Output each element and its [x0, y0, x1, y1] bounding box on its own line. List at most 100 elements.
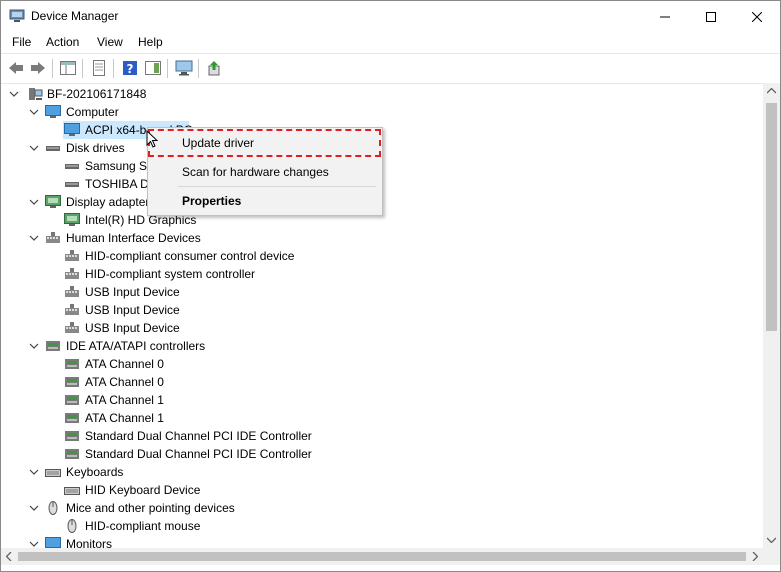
- hid-icon: [65, 250, 79, 261]
- update-driver-toolbar-button[interactable]: [206, 59, 224, 77]
- menu-bar: File Action View Help: [1, 32, 780, 53]
- update-driver-icon: [208, 61, 220, 76]
- tree-category-monitors[interactable]: Monitors: [1, 535, 301, 548]
- mouse-cursor-icon: [146, 130, 159, 148]
- vertical-scroll-thumb[interactable]: [766, 103, 777, 331]
- ide-controller-icon: [46, 341, 60, 351]
- device-label: Standard Dual Channel PCI IDE Controller: [85, 447, 312, 461]
- collapse-chevron-icon[interactable]: [29, 341, 39, 351]
- device-label: HID-compliant consumer control device: [85, 249, 295, 263]
- ide-controller-icon: [65, 377, 79, 387]
- tree-device-mouse[interactable]: HID-compliant mouse: [63, 517, 263, 535]
- forward-button[interactable]: [29, 59, 47, 77]
- scrollbar-corner: [763, 548, 780, 565]
- category-label: Disk drives: [66, 141, 125, 155]
- mouse-icon: [48, 501, 58, 515]
- tree-category-hid[interactable]: Human Interface Devices: [1, 229, 301, 247]
- horizontal-scroll-thumb[interactable]: [18, 552, 746, 561]
- menu-file[interactable]: File: [12, 35, 31, 49]
- menu-help[interactable]: Help: [138, 35, 163, 49]
- display-adapter-icon: [64, 213, 80, 226]
- tree-device-keyboard[interactable]: HID Keyboard Device: [63, 481, 263, 499]
- maximize-icon: [706, 11, 716, 22]
- category-label: Mice and other pointing devices: [66, 501, 235, 515]
- menu-action[interactable]: Action: [46, 35, 79, 49]
- collapse-chevron-icon[interactable]: [29, 233, 39, 243]
- help-icon: ?: [123, 61, 137, 76]
- collapse-chevron-icon[interactable]: [29, 143, 39, 153]
- collapse-chevron-icon[interactable]: [29, 503, 39, 513]
- console-tree-icon: [60, 61, 76, 75]
- properties-toolbar-button[interactable]: [90, 59, 108, 77]
- action-pane-icon: [145, 61, 161, 75]
- tree-device-hid[interactable]: HID-compliant consumer control device: [63, 247, 323, 265]
- help-button[interactable]: ?: [121, 59, 139, 77]
- toolbar-separator: [167, 59, 168, 78]
- close-button[interactable]: [734, 1, 780, 32]
- tree-root[interactable]: BF-202106171848: [1, 85, 301, 103]
- action-pane-button[interactable]: [144, 59, 162, 77]
- display-adapter-icon: [45, 195, 61, 208]
- toolbar-separator: [113, 59, 114, 78]
- ide-controller-icon: [65, 431, 79, 441]
- tree-device-disk[interactable]: Samsung SS: [63, 157, 156, 175]
- tree-device-hid[interactable]: USB Input Device: [63, 301, 323, 319]
- disk-drive-icon: [65, 164, 79, 169]
- device-label: ATA Channel 1: [85, 411, 164, 425]
- collapse-chevron-icon[interactable]: [29, 197, 39, 207]
- device-label: TOSHIBA DT: [85, 177, 157, 191]
- tree-device-hid[interactable]: USB Input Device: [63, 283, 323, 301]
- maximize-button[interactable]: [688, 1, 734, 32]
- close-icon: [752, 11, 762, 22]
- collapse-chevron-icon[interactable]: [29, 467, 39, 477]
- ide-controller-icon: [65, 449, 79, 459]
- device-manager-app-icon: [9, 9, 25, 22]
- disk-drive-icon: [46, 146, 60, 151]
- tree-category-ide[interactable]: IDE ATA/ATAPI controllers: [1, 337, 301, 355]
- scan-hardware-button[interactable]: [175, 59, 193, 77]
- device-label: ATA Channel 0: [85, 375, 164, 389]
- device-label: USB Input Device: [85, 321, 180, 335]
- toolbar-separator: [82, 59, 83, 78]
- menu-view[interactable]: View: [97, 35, 123, 49]
- device-label: Samsung SS: [85, 159, 156, 173]
- menu-item-properties[interactable]: Properties: [182, 194, 241, 208]
- back-button[interactable]: [7, 59, 25, 77]
- tree-device-disk[interactable]: TOSHIBA DT: [63, 175, 157, 193]
- category-label: Human Interface Devices: [66, 231, 201, 245]
- minimize-button[interactable]: [642, 1, 688, 32]
- menu-item-scan-hardware[interactable]: Scan for hardware changes: [182, 165, 329, 179]
- scroll-up-icon[interactable]: [767, 88, 776, 94]
- window-title: Device Manager: [31, 9, 119, 23]
- tree-device-ide[interactable]: ATA Channel 1: [63, 409, 323, 427]
- tree-category-mice[interactable]: Mice and other pointing devices: [1, 499, 301, 517]
- tree-device-ide[interactable]: ATA Channel 0: [63, 355, 323, 373]
- tree-category-computer[interactable]: Computer: [1, 103, 301, 121]
- scroll-down-icon[interactable]: [767, 537, 776, 543]
- hid-icon: [65, 268, 79, 279]
- ide-controller-icon: [65, 413, 79, 423]
- scroll-right-icon[interactable]: [752, 552, 758, 561]
- tree-category-keyboards[interactable]: Keyboards: [1, 463, 301, 481]
- category-label: Computer: [66, 105, 119, 119]
- collapse-chevron-icon[interactable]: [9, 89, 19, 99]
- tree-device-hid[interactable]: USB Input Device: [63, 319, 323, 337]
- tree-device-ide[interactable]: ATA Channel 0: [63, 373, 323, 391]
- device-label: HID-compliant mouse: [85, 519, 201, 533]
- svg-text:?: ?: [127, 62, 134, 76]
- tree-device-ide[interactable]: ATA Channel 1: [63, 391, 323, 409]
- horizontal-scrollbar[interactable]: [1, 548, 763, 565]
- minimize-icon: [660, 16, 670, 17]
- show-hide-console-tree-button[interactable]: [59, 59, 77, 77]
- tree-device-hid[interactable]: HID-compliant system controller: [63, 265, 323, 283]
- tree-device-ide[interactable]: Standard Dual Channel PCI IDE Controller: [63, 427, 323, 445]
- scroll-left-icon[interactable]: [6, 552, 12, 561]
- collapse-chevron-icon[interactable]: [29, 539, 39, 548]
- tree-device-ide[interactable]: Standard Dual Channel PCI IDE Controller: [63, 445, 323, 463]
- vertical-scrollbar[interactable]: [763, 83, 780, 548]
- toolbar: ?: [1, 53, 780, 84]
- collapse-chevron-icon[interactable]: [29, 107, 39, 117]
- title-bar: Device Manager: [1, 1, 780, 32]
- computer-tower-icon: [29, 88, 43, 100]
- hid-icon: [46, 232, 60, 243]
